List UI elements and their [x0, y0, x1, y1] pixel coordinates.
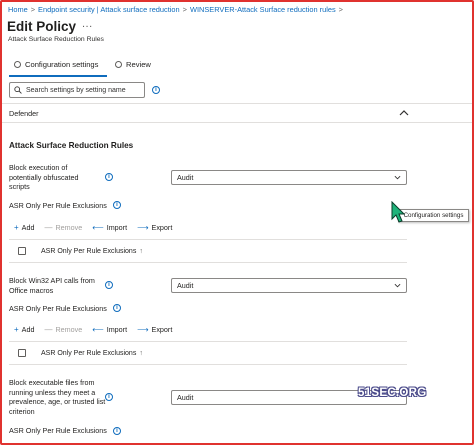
field-value: Audit	[177, 393, 194, 402]
search-input[interactable]: Search settings by setting name	[9, 82, 145, 98]
search-placeholder: Search settings by setting name	[26, 86, 126, 94]
add-label: Add	[21, 325, 35, 334]
divider	[9, 364, 407, 365]
export-label: Export	[151, 223, 173, 232]
export-icon: ⟶	[137, 223, 149, 232]
page-subtitle: Attack Surface Reduction Rules	[8, 36, 104, 43]
column-header[interactable]: ASR Only Per Rule Exclusions	[41, 350, 136, 357]
import-button[interactable]: ⟵ Import	[92, 325, 127, 334]
remove-label: Remove	[55, 223, 83, 232]
export-button[interactable]: ⟶ Export	[137, 325, 172, 334]
divider	[9, 262, 407, 263]
import-icon: ⟵	[92, 325, 104, 334]
section-title: Attack Surface Reduction Rules	[9, 141, 134, 150]
export-icon: ⟶	[137, 325, 149, 334]
info-icon[interactable]: i	[113, 427, 121, 435]
breadcrumb-separator: >	[338, 5, 343, 14]
export-button[interactable]: ⟶ Export	[137, 223, 172, 232]
selected-tab-indicator	[9, 75, 107, 77]
export-label: Export	[151, 325, 173, 334]
divider	[2, 122, 472, 123]
info-icon[interactable]: i	[105, 281, 113, 289]
info-icon[interactable]: i	[105, 173, 113, 181]
plus-icon: +	[14, 325, 19, 334]
exclusions-label: ASR Only Per Rule Exclusions	[9, 304, 107, 313]
tooltip: Configuration settings	[398, 209, 469, 222]
breadcrumb-home[interactable]: Home	[8, 5, 28, 14]
sort-arrow-icon[interactable]: ↑	[139, 248, 143, 255]
rule-label: Block execution of potentially obfuscate…	[9, 163, 79, 191]
chevron-down-icon	[394, 283, 401, 288]
add-button[interactable]: + Add	[14, 223, 34, 232]
dropdown-value: Audit	[177, 173, 194, 182]
select-all-checkbox[interactable]	[18, 247, 26, 255]
exclusions-label: ASR Only Per Rule Exclusions	[9, 426, 107, 435]
import-label: Import	[106, 223, 128, 232]
exclusions-label: ASR Only Per Rule Exclusions	[9, 201, 107, 210]
search-icon	[14, 86, 22, 94]
chevron-up-icon[interactable]	[399, 109, 409, 116]
info-icon[interactable]: i	[113, 304, 121, 312]
chevron-down-icon	[394, 175, 401, 180]
mouse-cursor-icon	[391, 201, 405, 223]
more-options-button[interactable]: ...	[82, 18, 93, 30]
import-label: Import	[106, 325, 128, 334]
breadcrumb-separator: >	[182, 5, 187, 14]
breadcrumb: Home > Endpoint security | Attack surface …	[8, 5, 346, 14]
tab-label: Configuration settings	[25, 60, 99, 69]
tab-configuration-settings[interactable]: Configuration settings	[14, 60, 98, 69]
info-icon[interactable]: i	[113, 201, 121, 209]
watermark: 51SEC.ORG	[358, 387, 427, 399]
exclusions-table-header: ASR Only Per Rule Exclusions ↑	[18, 247, 143, 255]
exclusions-table-header: ASR Only Per Rule Exclusions ↑	[18, 349, 143, 357]
window-frame: Home > Endpoint security | Attack surface …	[0, 0, 474, 445]
breadcrumb-policy[interactable]: WINSERVER-Attack Surface reduction rules	[190, 5, 336, 14]
info-icon[interactable]: i	[152, 86, 160, 94]
exclusions-toolbar: + Add — Remove ⟵ Import ⟶ Export	[14, 223, 182, 232]
tab-review[interactable]: Review	[115, 60, 151, 69]
divider	[2, 103, 472, 104]
add-label: Add	[21, 223, 35, 232]
import-button[interactable]: ⟵ Import	[92, 223, 127, 232]
import-icon: ⟵	[92, 223, 104, 232]
dropdown-value: Audit	[177, 281, 194, 290]
tab-label: Review	[126, 60, 151, 69]
remove-button[interactable]: — Remove	[44, 325, 82, 334]
rule-label: Block executable files from running unle…	[9, 378, 106, 416]
minus-icon: —	[44, 223, 53, 232]
radio-icon	[115, 61, 122, 68]
rule-label: Block Win32 API calls from Office macros	[9, 276, 95, 295]
minus-icon: —	[44, 325, 53, 334]
info-icon[interactable]: i	[105, 393, 113, 401]
column-header[interactable]: ASR Only Per Rule Exclusions	[41, 248, 136, 255]
exclusions-toolbar: + Add — Remove ⟵ Import ⟶ Export	[14, 325, 182, 334]
breadcrumb-separator: >	[30, 5, 36, 14]
plus-icon: +	[14, 223, 19, 232]
remove-button[interactable]: — Remove	[44, 223, 82, 232]
select-all-checkbox[interactable]	[18, 349, 26, 357]
radio-icon	[14, 61, 21, 68]
breadcrumb-endpoint-security[interactable]: Endpoint security | Attack surface reduc…	[38, 5, 180, 14]
divider	[9, 341, 407, 342]
remove-label: Remove	[55, 325, 83, 334]
rule-dropdown[interactable]: Audit	[171, 278, 407, 293]
category-defender[interactable]: Defender	[9, 109, 39, 119]
divider	[9, 239, 407, 240]
sort-arrow-icon[interactable]: ↑	[139, 350, 143, 357]
page-title: Edit Policy	[7, 19, 77, 34]
add-button[interactable]: + Add	[14, 325, 34, 334]
rule-dropdown[interactable]: Audit	[171, 170, 407, 185]
